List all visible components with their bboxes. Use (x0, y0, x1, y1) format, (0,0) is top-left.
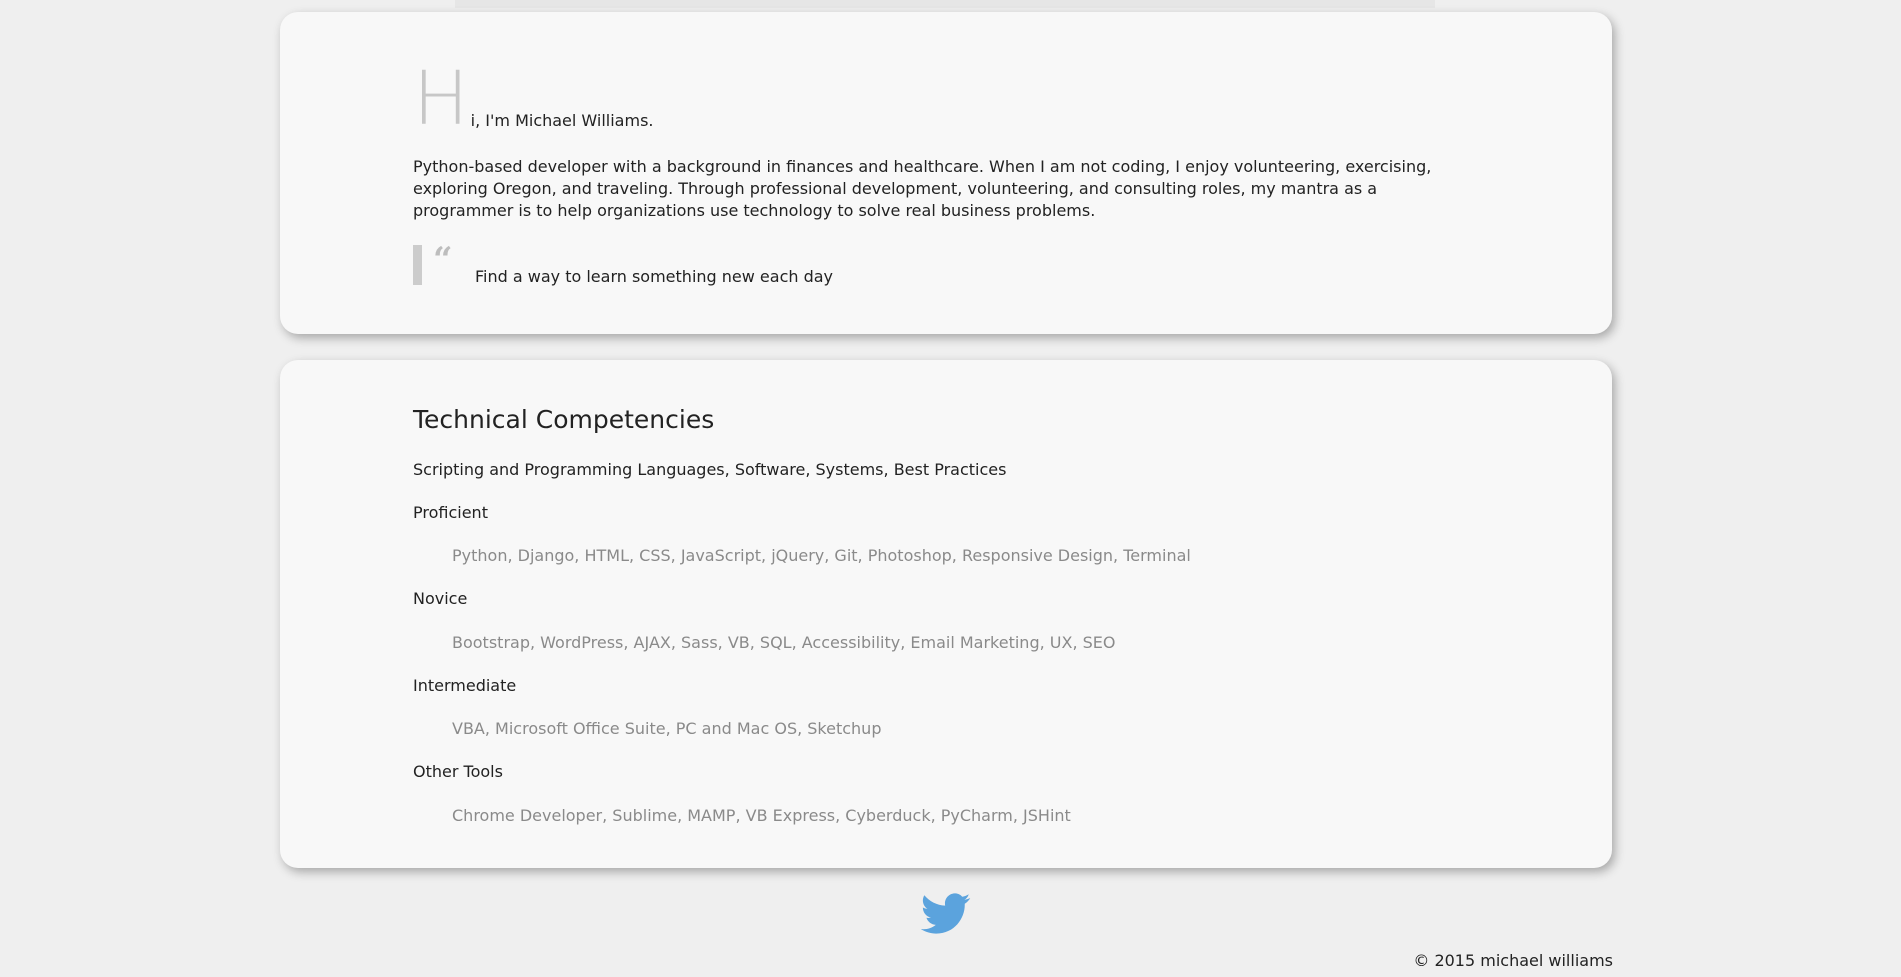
quote-mark-icon: “ (433, 240, 453, 280)
quote-bar (413, 245, 422, 285)
section-title: Technical Competencies (413, 405, 715, 434)
skill-level-novice: Novice (413, 589, 468, 608)
skill-level-intermediate: Intermediate (413, 676, 517, 695)
twitter-bird-icon (920, 893, 971, 934)
skill-list-proficient: Python, Django, HTML, CSS, JavaScript, j… (452, 546, 1191, 565)
intro-card: Hi, I'm Michael Williams. Python-based d… (280, 12, 1612, 334)
section-subtitle: Scripting and Programming Languages, Sof… (413, 460, 1007, 479)
quote-text: Find a way to learn something new each d… (475, 267, 834, 286)
dropcap-letter: H (413, 56, 469, 142)
copyright-footer: © 2015 michael williams (1413, 951, 1613, 970)
twitter-icon[interactable] (920, 892, 971, 936)
skill-level-other-tools: Other Tools (413, 762, 503, 781)
greeting-text: i, I'm Michael Williams. (470, 111, 654, 130)
blockquote: “ Find a way to learn something new each… (413, 240, 1013, 286)
bio-paragraph: Python-based developer with a background… (413, 157, 1432, 220)
skill-list-novice: Bootstrap, WordPress, AJAX, Sass, VB, SQ… (452, 633, 1116, 652)
skill-level-proficient: Proficient (413, 503, 488, 522)
skills-card: Technical Competencies Scripting and Pro… (280, 360, 1612, 868)
greeting-heading: Hi, I'm Michael Williams. (413, 62, 654, 142)
top-strip (455, 0, 1435, 8)
skill-list-other-tools: Chrome Developer, Sublime, MAMP, VB Expr… (452, 806, 1071, 825)
skill-list-intermediate: VBA, Microsoft Office Suite, PC and Mac … (452, 719, 882, 738)
